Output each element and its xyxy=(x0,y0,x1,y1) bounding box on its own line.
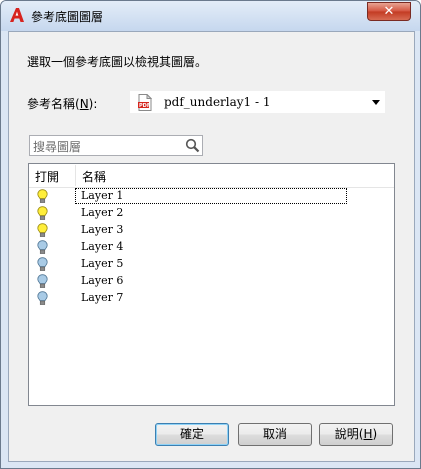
layer-name: Layer 1 xyxy=(81,189,124,202)
layer-name: Layer 7 xyxy=(81,291,124,304)
table-row[interactable]: Layer 6 xyxy=(29,273,394,290)
instruction-text: 選取一個參考底圖以檢視其圖層。 xyxy=(27,55,208,69)
list-header: 打開 名稱 xyxy=(29,164,394,188)
column-header-on[interactable]: 打開 xyxy=(35,168,59,185)
autocad-a-icon xyxy=(10,8,24,22)
table-row[interactable]: Layer 4 xyxy=(29,239,394,256)
reference-name-label: 參考名稱(N): xyxy=(27,97,98,111)
layer-name: Layer 4 xyxy=(81,240,124,253)
layer-name: Layer 5 xyxy=(81,257,124,270)
table-row[interactable]: Layer 7 xyxy=(29,290,394,307)
close-icon: ✕ xyxy=(383,4,395,19)
lightbulb-icon[interactable] xyxy=(37,274,48,289)
table-row[interactable]: Layer 1 xyxy=(29,188,394,205)
pdf-file-icon: PDF xyxy=(138,94,152,111)
table-row[interactable]: Layer 5 xyxy=(29,256,394,273)
ok-button[interactable]: 確定 xyxy=(155,423,229,446)
search-placeholder: 搜尋圖層 xyxy=(33,140,82,154)
help-button[interactable]: 說明(H) xyxy=(319,423,393,446)
close-button[interactable]: ✕ xyxy=(367,2,411,21)
window-title: 參考底圖圖層 xyxy=(31,10,104,24)
layer-list[interactable]: 打開 名稱 Layer 1 Layer 2 Layer 3 Layer 4 Layer … xyxy=(28,163,395,406)
lightbulb-icon[interactable] xyxy=(37,291,48,306)
layer-name: Layer 6 xyxy=(81,274,124,287)
table-row[interactable]: Layer 3 xyxy=(29,222,394,239)
reference-name-dropdown[interactable]: PDF pdf_underlay1 - 1 xyxy=(129,90,386,114)
column-divider[interactable] xyxy=(75,165,76,186)
svg-text:PDF: PDF xyxy=(139,103,150,109)
lightbulb-icon[interactable] xyxy=(37,206,48,221)
dialog-body: 選取一個參考底圖以檢視其圖層。 參考名稱(N): PDF pdf_underla… xyxy=(8,31,415,462)
table-row[interactable]: Layer 2 xyxy=(29,205,394,222)
layer-search-input[interactable]: 搜尋圖層 xyxy=(29,135,203,156)
dialog-window: 參考底圖圖層 ✕ 選取一個參考底圖以檢視其圖層。 參考名稱(N): PDF pd… xyxy=(0,0,421,469)
search-icon[interactable] xyxy=(185,138,200,153)
lightbulb-icon[interactable] xyxy=(37,240,48,255)
lightbulb-icon[interactable] xyxy=(37,223,48,238)
lightbulb-icon[interactable] xyxy=(37,257,48,272)
column-header-name[interactable]: 名稱 xyxy=(82,168,106,185)
layer-name: Layer 2 xyxy=(81,206,124,219)
lightbulb-icon[interactable] xyxy=(37,189,48,204)
layer-name: Layer 3 xyxy=(81,223,124,236)
chevron-down-icon[interactable] xyxy=(372,100,380,105)
reference-name-value: pdf_underlay1 - 1 xyxy=(164,95,271,109)
title-bar[interactable]: 參考底圖圖層 ✕ xyxy=(1,1,420,31)
cancel-button[interactable]: 取消 xyxy=(238,423,312,446)
